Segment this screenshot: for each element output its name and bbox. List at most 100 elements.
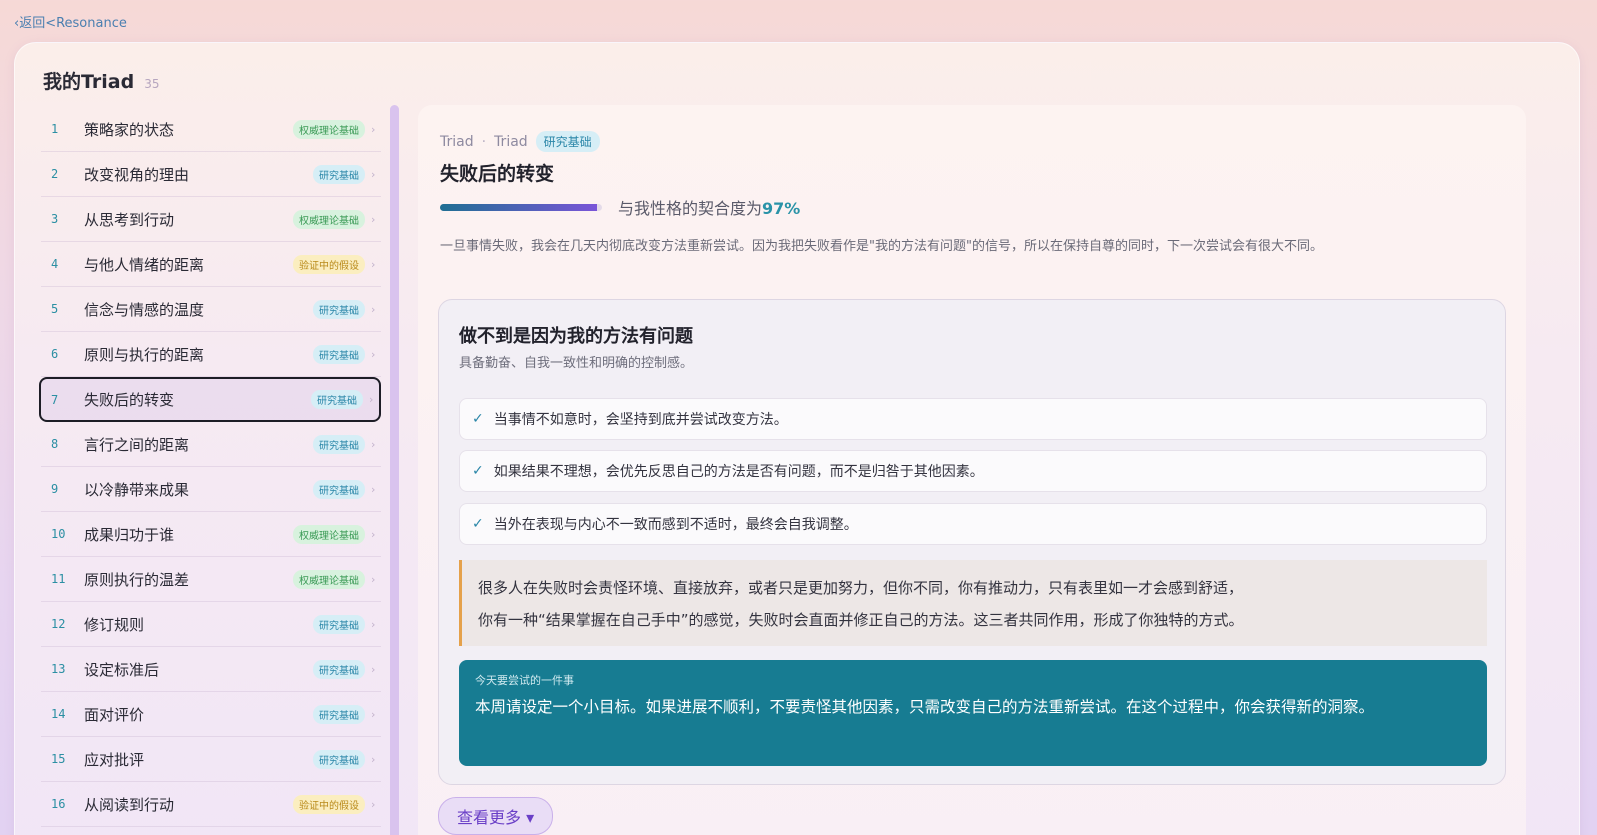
checkmark-icon: ✓ xyxy=(472,463,484,479)
item-number: 15 xyxy=(51,752,66,766)
chevron-right-icon: › xyxy=(371,212,376,226)
evidence-tag: 研究基础 xyxy=(313,659,365,679)
sidebar-item[interactable]: 11 原则执行的温差 权威理论基础 › xyxy=(41,557,381,602)
sidebar-item[interactable]: 14 面对评价 研究基础 › xyxy=(41,692,381,737)
item-number: 7 xyxy=(51,392,59,407)
sidebar-item[interactable]: 5 信念与情感的温度 研究基础 › xyxy=(41,287,381,332)
evidence-tag: 研究基础 xyxy=(311,390,363,409)
item-label: 修订规则 xyxy=(84,615,145,634)
item-number: 16 xyxy=(51,797,66,811)
item-number: 1 xyxy=(51,122,59,136)
sidebar-item[interactable]: 15 应对批评 研究基础 › xyxy=(41,737,381,782)
evidence-tag: 权威理论基础 xyxy=(293,119,365,139)
match-progress-fill xyxy=(440,203,598,211)
evidence-tag: 权威理论基础 xyxy=(293,569,365,589)
chevron-right-icon: › xyxy=(371,572,376,586)
triad-count: 35 xyxy=(144,77,160,91)
evidence-tag: 权威理论基础 xyxy=(293,524,365,544)
page-title: 失败后的转变 xyxy=(440,163,555,185)
checkmark-icon: ✓ xyxy=(472,411,484,427)
item-label: 以冷静带来成果 xyxy=(84,480,190,499)
sidebar-item[interactable]: 3 从思考到行动 权威理论基础 › xyxy=(41,197,381,242)
sidebar-item[interactable]: 2 改变视角的理由 研究基础 › xyxy=(41,152,381,197)
check-item: ✓ 当外在表现与内心不一致而感到不适时，最终会自我调整。 xyxy=(459,503,1487,545)
item-number: 4 xyxy=(51,257,59,271)
checkmark-icon: ✓ xyxy=(472,516,484,532)
item-label: 与他人情绪的距离 xyxy=(84,255,205,274)
match-text: 与我性格的契合度为97% xyxy=(618,195,800,219)
chevron-right-icon: › xyxy=(371,122,376,136)
item-number: 6 xyxy=(51,347,59,361)
item-label: 成果归功于谁 xyxy=(84,525,175,544)
insight-subtitle: 具备勤奋、自我一致性和明确的控制感。 xyxy=(459,356,694,371)
sidebar-item[interactable]: 16 从阅读到行动 验证中的假设 › xyxy=(41,782,381,827)
evidence-tag: 验证中的假设 xyxy=(293,254,365,274)
sidebar-scrollbar[interactable] xyxy=(390,105,399,835)
sidebar-item[interactable]: 4 与他人情绪的距离 验证中的假设 › xyxy=(41,242,381,287)
match-percent: 97% xyxy=(762,199,801,218)
chevron-right-icon: › xyxy=(369,393,374,406)
item-number: 5 xyxy=(51,302,59,316)
chevron-right-icon: › xyxy=(371,752,376,766)
evidence-tag: 权威理论基础 xyxy=(293,209,365,229)
intro-text: 一旦事情失败，我会在几天内彻底改变方法重新尝试。因为我把失败看作是"我的方法有问… xyxy=(440,239,1323,254)
item-label: 从阅读到行动 xyxy=(84,795,175,814)
card-title: 我的Triad 35 xyxy=(43,67,159,94)
crumb-separator: · xyxy=(481,133,487,150)
chevron-right-icon: › xyxy=(371,347,376,361)
item-label: 原则执行的温差 xyxy=(84,570,190,589)
evidence-tag: 验证中的假设 xyxy=(293,794,365,814)
sidebar-item[interactable]: 7 失败后的转变 研究基础 › xyxy=(39,377,381,422)
todays-tip: 今天要尝试的一件事 本周请设定一个小目标。如果进展不顺利，不要责怪其他因素，只需… xyxy=(459,660,1487,766)
show-more-button[interactable]: 查看更多 ▾ xyxy=(438,797,554,835)
quote-line-2: 你有一种“结果掌握在自己手中”的感觉，失败时会直面并修正自己的方法。这三者共同作… xyxy=(478,611,1244,629)
item-number: 12 xyxy=(51,617,66,631)
evidence-tag: 研究基础 xyxy=(313,749,365,769)
back-link[interactable]: ‹返回<Resonance xyxy=(14,12,127,31)
triad-card: 我的Triad 35 1 策略家的状态 权威理论基础 › 2 改变视角的理由 研究基础 › 3 从… xyxy=(14,42,1580,835)
evidence-tag: 研究基础 xyxy=(313,614,365,634)
sidebar-item[interactable]: 6 原则与执行的距离 研究基础 › xyxy=(41,332,381,377)
item-label: 面对评价 xyxy=(84,705,145,724)
evidence-tag: 研究基础 xyxy=(313,164,365,184)
item-label: 改变视角的理由 xyxy=(84,165,190,184)
chevron-right-icon: › xyxy=(371,662,376,676)
item-label: 信念与情感的温度 xyxy=(84,300,205,319)
match-progress-bar xyxy=(440,203,602,211)
item-label: 从思考到行动 xyxy=(84,210,175,229)
chevron-right-icon: › xyxy=(371,167,376,181)
insight-title: 做不到是因为我的方法有问题 xyxy=(459,326,693,347)
chevron-right-icon: › xyxy=(371,482,376,496)
item-label: 失败后的转变 xyxy=(84,391,175,409)
sidebar-item[interactable]: 8 言行之间的距离 研究基础 › xyxy=(41,422,381,467)
evidence-badge: 研究基础 xyxy=(535,131,600,152)
sidebar-item[interactable]: 10 成果归功于谁 权威理论基础 › xyxy=(41,512,381,557)
match-row: 与我性格的契合度为97% xyxy=(440,195,800,219)
item-number: 9 xyxy=(51,482,59,496)
item-number: 10 xyxy=(51,527,66,541)
evidence-tag: 研究基础 xyxy=(313,299,365,319)
evidence-tag: 研究基础 xyxy=(313,434,365,454)
sidebar-item[interactable]: 12 修订规则 研究基础 › xyxy=(41,602,381,647)
evidence-tag: 研究基础 xyxy=(313,704,365,724)
tip-body: 本周请设定一个小目标。如果进展不顺利，不要责怪其他因素，只需改变自己的方法重新尝… xyxy=(475,698,1375,716)
chevron-right-icon: › xyxy=(371,437,376,451)
item-label: 言行之间的距离 xyxy=(84,435,190,454)
chevron-right-icon: › xyxy=(371,302,376,316)
card-title-text: 我的Triad xyxy=(43,71,135,93)
chevron-right-icon: › xyxy=(371,797,376,811)
item-number: 8 xyxy=(51,437,59,451)
match-label: 与我性格的契合度为 xyxy=(618,199,763,218)
quote-line-1: 很多人在失败时会责怪环境、直接放弃，或者只是更加努力，但你不同，你有推动力，只有… xyxy=(478,579,1244,597)
evidence-tag: 研究基础 xyxy=(313,344,365,364)
item-label: 原则与执行的距离 xyxy=(84,345,205,364)
sidebar-item[interactable]: 13 设定标准后 研究基础 › xyxy=(41,647,381,692)
check-item-text: 当外在表现与内心不一致而感到不适时，最终会自我调整。 xyxy=(493,517,858,533)
item-label: 策略家的状态 xyxy=(84,120,175,139)
check-item: ✓ 当事情不如意时，会坚持到底并尝试改变方法。 xyxy=(459,398,1487,440)
chevron-right-icon: › xyxy=(371,257,376,271)
sidebar-item[interactable]: 9 以冷静带来成果 研究基础 › xyxy=(41,467,381,512)
sidebar-item[interactable]: 1 策略家的状态 权威理论基础 › xyxy=(41,107,381,152)
chevron-right-icon: › xyxy=(371,707,376,721)
item-number: 14 xyxy=(51,707,66,721)
